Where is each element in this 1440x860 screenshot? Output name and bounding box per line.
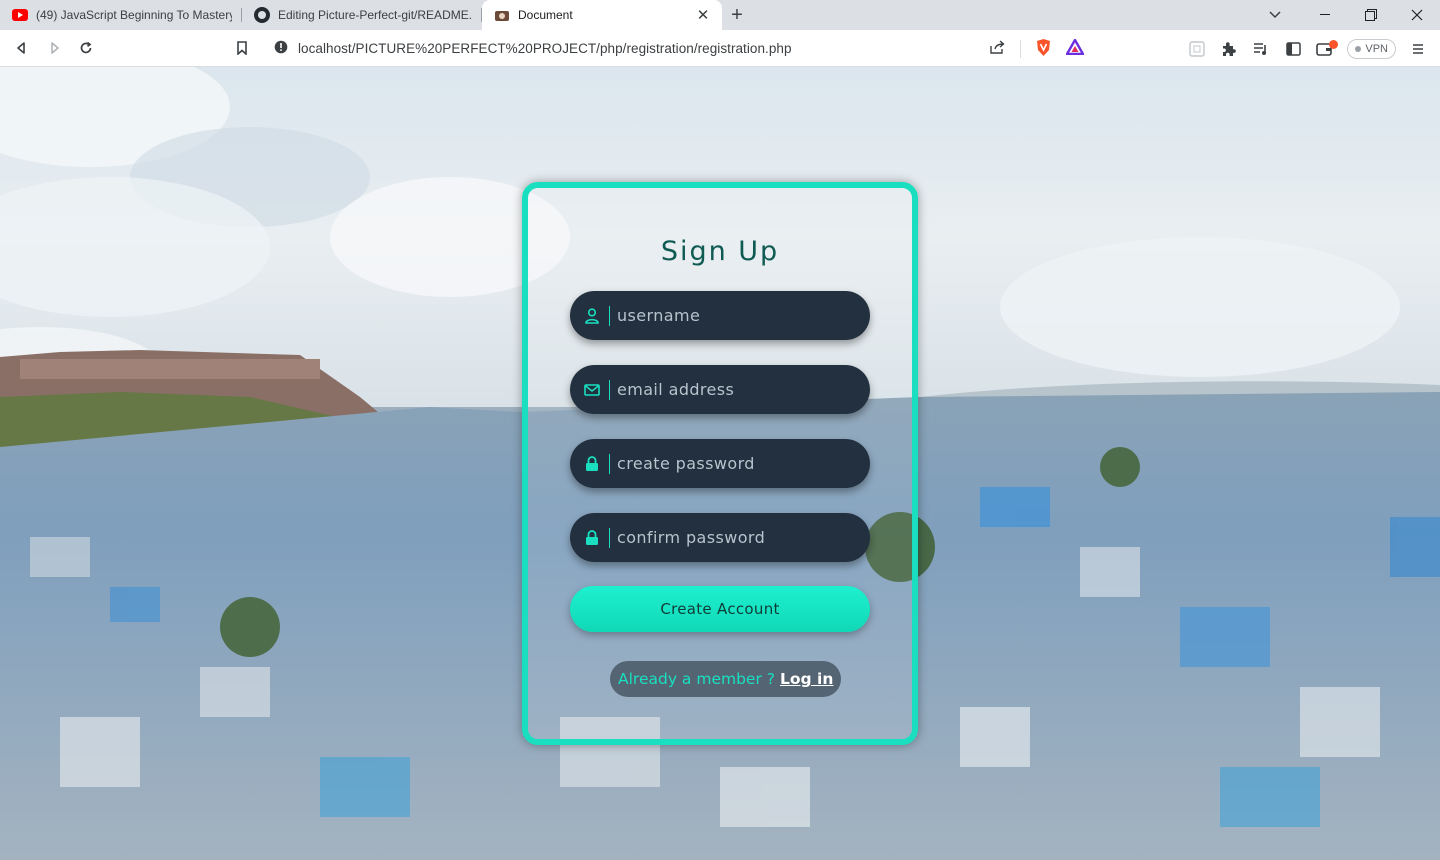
lock-icon xyxy=(584,529,600,546)
vpn-label: VPN xyxy=(1365,42,1388,55)
signup-title: Sign Up xyxy=(660,236,780,267)
bookmark-icon[interactable] xyxy=(226,32,258,64)
login-link[interactable]: Log in xyxy=(780,670,833,688)
field-divider xyxy=(609,527,610,548)
tab-title: (49) JavaScript Beginning To Mastery C xyxy=(36,8,232,22)
page-viewport: Sign Up username email address Create Ac… xyxy=(0,67,1440,860)
close-window-icon[interactable] xyxy=(1394,0,1440,30)
username-input[interactable] xyxy=(617,306,847,325)
email-input[interactable] xyxy=(617,380,847,399)
browser-toolbar: localhost/PICTURE%20PERFECT%20PROJECT/ph… xyxy=(0,30,1440,67)
tab-github[interactable]: Editing Picture-Perfect-git/README.m xyxy=(242,0,482,30)
tab-strip: (49) JavaScript Beginning To Mastery C E… xyxy=(0,0,1440,30)
sidebar-icon[interactable] xyxy=(1277,33,1309,65)
email-field xyxy=(570,365,870,414)
menu-icon[interactable] xyxy=(1402,33,1434,65)
youtube-icon xyxy=(12,9,28,21)
tab-youtube[interactable]: (49) JavaScript Beginning To Mastery C xyxy=(0,0,242,30)
user-icon xyxy=(584,307,600,324)
field-divider xyxy=(609,305,610,326)
confirm-password-field xyxy=(570,513,870,562)
lock-icon xyxy=(584,455,600,472)
create-password-field xyxy=(570,439,870,488)
create-account-button[interactable]: Create Account xyxy=(570,586,870,632)
brave-rewards-icon[interactable] xyxy=(1065,38,1085,58)
login-prompt: Already a member ? Log in xyxy=(610,661,842,697)
new-tab-button[interactable]: + xyxy=(722,0,752,30)
tab-search-chevron-icon[interactable] xyxy=(1260,0,1290,30)
wallet-icon[interactable] xyxy=(1309,33,1341,65)
playlist-icon[interactable] xyxy=(1245,33,1277,65)
window-controls xyxy=(1302,0,1440,30)
reload-icon[interactable] xyxy=(70,32,102,64)
notification-dot xyxy=(1329,39,1339,49)
document-favicon xyxy=(494,8,510,22)
minimize-icon[interactable] xyxy=(1302,0,1348,30)
vpn-button[interactable]: VPN xyxy=(1347,38,1396,59)
create-password-input[interactable] xyxy=(617,454,847,473)
restore-icon[interactable] xyxy=(1348,0,1394,30)
close-tab-icon[interactable]: ✕ xyxy=(694,6,712,24)
field-divider xyxy=(609,379,610,400)
site-info-icon[interactable] xyxy=(274,40,288,57)
url-text: localhost/PICTURE%20PERFECT%20PROJECT/ph… xyxy=(298,41,792,56)
extensions-puzzle-icon[interactable] xyxy=(1213,33,1245,65)
tab-title: Editing Picture-Perfect-git/README.m xyxy=(278,8,472,22)
forward-icon[interactable] xyxy=(38,32,70,64)
divider xyxy=(1020,39,1021,58)
signup-card: Sign Up username email address Create Ac… xyxy=(522,182,918,745)
share-icon[interactable] xyxy=(990,40,1006,57)
member-question: Already a member ? xyxy=(618,670,775,688)
field-divider xyxy=(609,453,610,474)
extension-grid-icon[interactable] xyxy=(1181,33,1213,65)
toolbar-right: VPN xyxy=(1181,30,1440,67)
username-field xyxy=(570,291,870,340)
tab-document[interactable]: Document ✕ xyxy=(482,0,722,30)
vpn-status-dot xyxy=(1355,45,1362,52)
confirm-password-input[interactable] xyxy=(617,528,847,547)
tab-title: Document xyxy=(518,8,573,22)
brave-shields-icon[interactable] xyxy=(1035,38,1052,60)
address-bar[interactable]: localhost/PICTURE%20PERFECT%20PROJECT/ph… xyxy=(264,34,1090,63)
github-icon xyxy=(254,7,270,23)
back-icon[interactable] xyxy=(6,32,38,64)
envelope-icon xyxy=(584,382,600,398)
